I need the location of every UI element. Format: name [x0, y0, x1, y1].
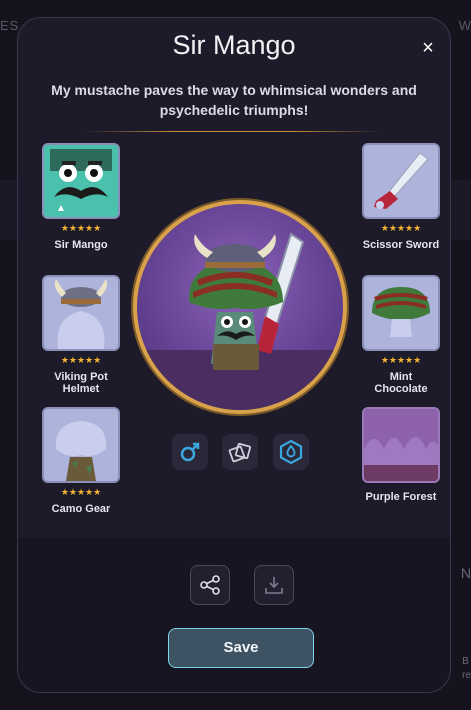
rarity-stars: ★★★★★	[60, 355, 102, 365]
slot-purple-forest[interactable]: Purple Forest	[362, 407, 440, 503]
slot-label: Sir Mango	[54, 239, 108, 251]
cards-icon	[222, 434, 258, 470]
mushroom-cap-icon	[362, 275, 440, 351]
background-small-text: B re	[462, 655, 471, 683]
modal-footer	[18, 538, 450, 692]
slot-label: Viking Pot Helmet	[54, 371, 108, 395]
share-button[interactable]	[190, 565, 230, 605]
slot-label: Scissor Sword	[362, 239, 440, 251]
forest-background-icon	[362, 407, 440, 483]
camo-gear-icon	[42, 407, 120, 483]
character-portrait	[133, 200, 347, 414]
download-button[interactable]	[254, 565, 294, 605]
background-nav-text: ES	[0, 18, 20, 33]
background-small-line: re	[462, 670, 471, 681]
character-name: Sir Mango	[172, 30, 296, 60]
slot-label: Mint Chocolate	[374, 371, 428, 395]
mustache-face-icon	[42, 143, 120, 219]
slot-viking-pot-helmet[interactable]: ★★★★★ Viking Pot Helmet	[42, 275, 120, 395]
male-icon	[172, 434, 208, 470]
background-nav-text-right: W	[458, 18, 471, 33]
download-icon	[265, 577, 283, 594]
mushroom-knight-illustration	[188, 232, 305, 370]
slot-scissor-sword[interactable]: ★★★★★ Scissor Sword	[362, 143, 440, 251]
rarity-stars: ★★★★★	[380, 355, 422, 365]
water-drop-hex-icon	[273, 434, 309, 470]
slot-label: Camo Gear	[51, 503, 111, 515]
title-divider	[85, 131, 383, 132]
close-icon[interactable]: ×	[416, 36, 440, 60]
character-description: My mustache paves the way to whimsical w…	[51, 82, 417, 118]
background-small-line: B	[462, 656, 469, 667]
slot-mint-chocolate[interactable]: ★★★★★ Mint Chocolate	[362, 275, 440, 395]
viking-helmet-icon	[42, 275, 120, 351]
rarity-stars: ★★★★★	[60, 487, 102, 497]
slot-sir-mango[interactable]: ★★★★★ Sir Mango	[42, 143, 120, 251]
rarity-stars: ★★★★★	[380, 223, 422, 233]
rarity-stars: ★★★★★	[60, 223, 102, 233]
share-icon	[200, 575, 220, 595]
save-button[interactable]: Save	[168, 628, 314, 668]
scissor-sword-icon	[362, 143, 440, 219]
character-modal: Sir Mango × My mustache paves the way to…	[17, 17, 451, 693]
slot-camo-gear[interactable]: ★★★★★ Camo Gear	[42, 407, 120, 515]
background-letter: N	[460, 565, 471, 581]
slot-label: Purple Forest	[365, 491, 437, 503]
